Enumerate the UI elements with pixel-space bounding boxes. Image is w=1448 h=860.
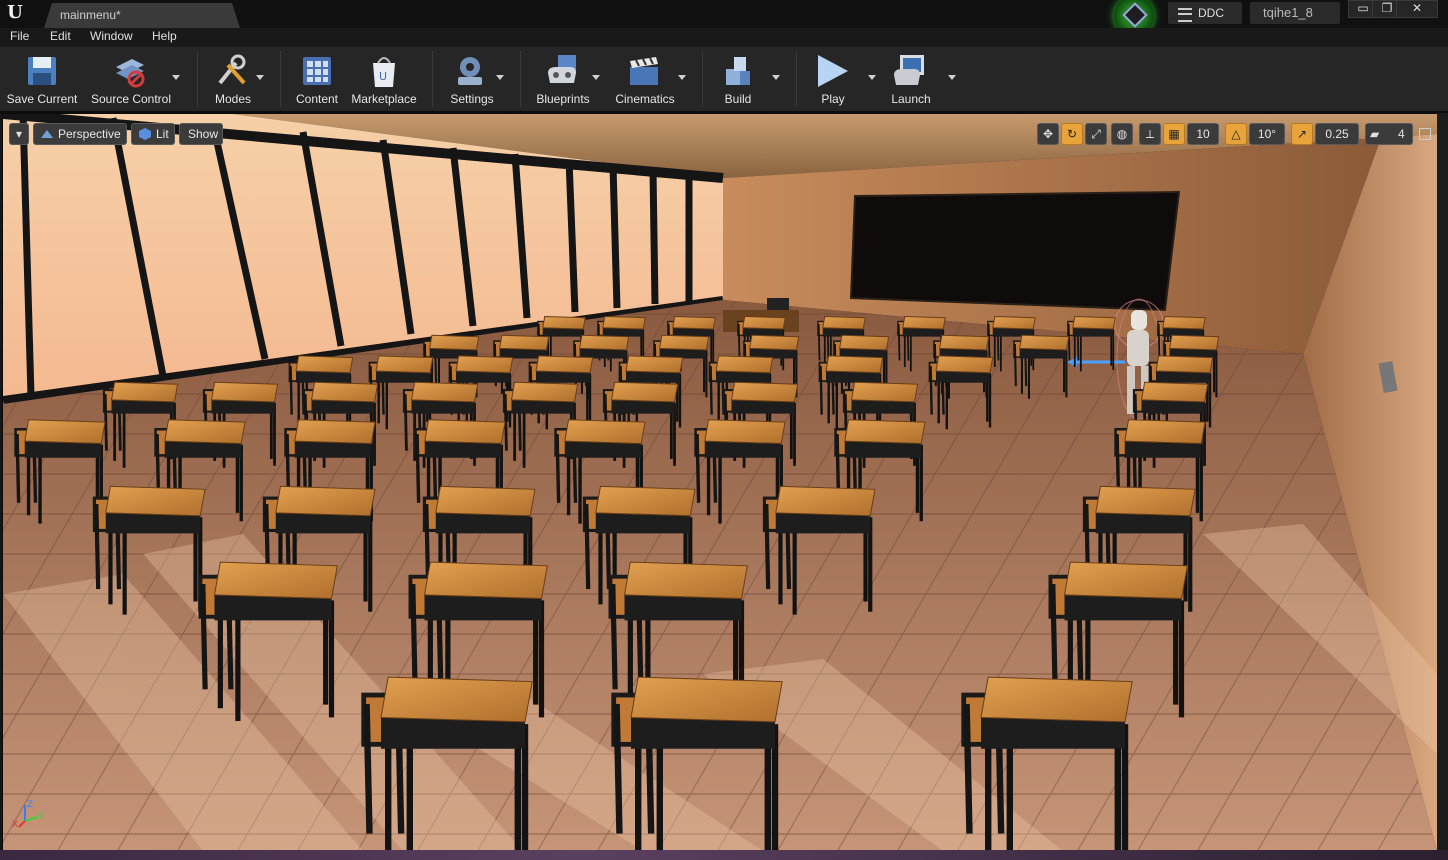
lit-label: Lit [156, 127, 169, 141]
cinematics-button[interactable]: Cinematics [612, 51, 686, 109]
content-label: Content [295, 92, 339, 106]
source-control-button[interactable]: Source Control [86, 51, 180, 109]
perspective-button[interactable]: Perspective [33, 123, 127, 145]
show-label: Show [188, 127, 219, 141]
axis-y-label: Y [37, 812, 44, 822]
build-button[interactable]: Build [712, 51, 780, 109]
rotation-snap-icon[interactable]: △ [1225, 123, 1247, 145]
grid-snap-value[interactable]: 10 [1187, 123, 1219, 145]
content-icon [303, 57, 331, 85]
save-current-label: Save Current [6, 92, 78, 106]
build-icon [726, 57, 750, 85]
lit-button[interactable]: Lit [131, 123, 175, 145]
scale-snap-icon[interactable]: ↗ [1291, 123, 1313, 145]
level-viewport[interactable]: ▾ Perspective Lit Show ✥ ↻ ⤢ ◍ ⟂ ▦ 10 △ … [2, 113, 1438, 852]
save-icon [28, 57, 56, 85]
menu-window[interactable]: Window [90, 29, 133, 43]
title-bar: U mainmenu* DDC tqihe1_8 ▭ ❐ ✕ [0, 0, 1448, 36]
chevron-down-icon[interactable] [868, 75, 876, 80]
play-button[interactable]: Play [808, 51, 876, 109]
chevron-down-icon[interactable] [948, 75, 956, 80]
cinematics-label: Cinematics [615, 92, 675, 106]
chevron-down-icon[interactable] [172, 75, 180, 80]
menu-help[interactable]: Help [152, 29, 177, 43]
save-current-button[interactable]: Save Current [4, 51, 80, 109]
classroom-scene-render[interactable] [3, 114, 1437, 851]
close-button[interactable]: ✕ [1396, 0, 1438, 18]
surface-snap-icon[interactable]: ⟂ [1139, 123, 1161, 145]
toolbar-divider [280, 51, 281, 107]
content-button[interactable]: Content [290, 51, 344, 109]
modes-label: Modes [214, 92, 252, 106]
rotate-tool-icon[interactable]: ↻ [1061, 123, 1083, 145]
lit-sphere-icon [139, 128, 151, 140]
ddc-label: DDC [1198, 6, 1224, 20]
project-name: tqihe1_8 [1263, 5, 1313, 20]
menu-bar: File Edit Window Help [0, 28, 1448, 46]
unreal-logo-icon[interactable]: U [4, 2, 26, 24]
rotation-snap-value[interactable]: 10° [1249, 123, 1285, 145]
desktop-background-strip [0, 850, 1448, 860]
toolbar-divider [520, 51, 521, 107]
toolbar-divider [702, 51, 703, 107]
launch-label: Launch [891, 92, 931, 106]
perspective-icon [41, 130, 53, 138]
camera-speed-button[interactable]: ▰ 4 [1365, 123, 1413, 145]
level-tab[interactable]: mainmenu* [44, 3, 240, 28]
chevron-down-icon[interactable] [592, 75, 600, 80]
translate-tool-icon[interactable]: ✥ [1037, 123, 1059, 145]
world-space-icon[interactable]: ◍ [1111, 123, 1133, 145]
launch-icon [894, 55, 924, 85]
source-control-icon [116, 59, 145, 88]
maximize-viewport-icon[interactable] [1419, 128, 1431, 140]
menu-file[interactable]: File [10, 29, 29, 43]
axis-x-label: X [12, 820, 18, 830]
ddc-button[interactable]: DDC [1168, 2, 1242, 24]
chevron-down-icon[interactable] [678, 75, 686, 80]
launch-button[interactable]: Launch [884, 51, 956, 109]
chevron-down-icon: ▾ [15, 127, 23, 141]
marketplace-icon: U [373, 57, 395, 87]
modes-icon [218, 54, 246, 85]
feedback-icon[interactable] [1112, 0, 1160, 36]
play-icon [818, 55, 848, 87]
modes-button[interactable]: Modes [206, 51, 264, 109]
build-label: Build [724, 92, 752, 106]
perspective-label: Perspective [58, 127, 121, 141]
camera-speed-value: 4 [1398, 127, 1405, 141]
grid-snap-icon[interactable]: ▦ [1163, 123, 1185, 145]
axis-z-label: Z [27, 800, 33, 810]
source-control-label: Source Control [90, 92, 172, 106]
cinematics-icon [630, 57, 658, 85]
ddc-icon [1178, 8, 1192, 22]
settings-label: Settings [450, 92, 494, 106]
settings-icon [458, 57, 482, 85]
chevron-down-icon[interactable] [496, 75, 504, 80]
marketplace-button[interactable]: U Marketplace [348, 51, 420, 109]
svg-text:U: U [379, 70, 387, 83]
right-panel-edge [1437, 113, 1448, 850]
menu-edit[interactable]: Edit [50, 29, 71, 43]
level-tab-label: mainmenu* [60, 8, 121, 22]
toolbar-divider [432, 51, 433, 107]
scale-tool-icon[interactable]: ⤢ [1085, 123, 1107, 145]
chevron-down-icon[interactable] [772, 75, 780, 80]
toolbar-divider [796, 51, 797, 107]
scale-snap-value[interactable]: 0.25 [1315, 123, 1359, 145]
show-button[interactable]: Show [179, 123, 223, 145]
toolbar-divider [197, 51, 198, 107]
play-label: Play [821, 92, 845, 106]
blueprints-label: Blueprints [536, 92, 590, 106]
camera-icon: ▰ [1370, 127, 1380, 141]
chevron-down-icon[interactable] [256, 75, 264, 80]
project-name-badge: tqihe1_8 [1250, 2, 1340, 24]
settings-button[interactable]: Settings [440, 51, 504, 109]
main-toolbar: Save Current Source Control Modes Conten… [0, 46, 1448, 113]
viewport-options-button[interactable]: ▾ [9, 123, 29, 145]
blueprints-icon [548, 55, 576, 83]
marketplace-label: Marketplace [351, 92, 417, 106]
axis-gizmo: Z Y X [12, 800, 44, 830]
blueprints-button[interactable]: Blueprints [530, 51, 600, 109]
